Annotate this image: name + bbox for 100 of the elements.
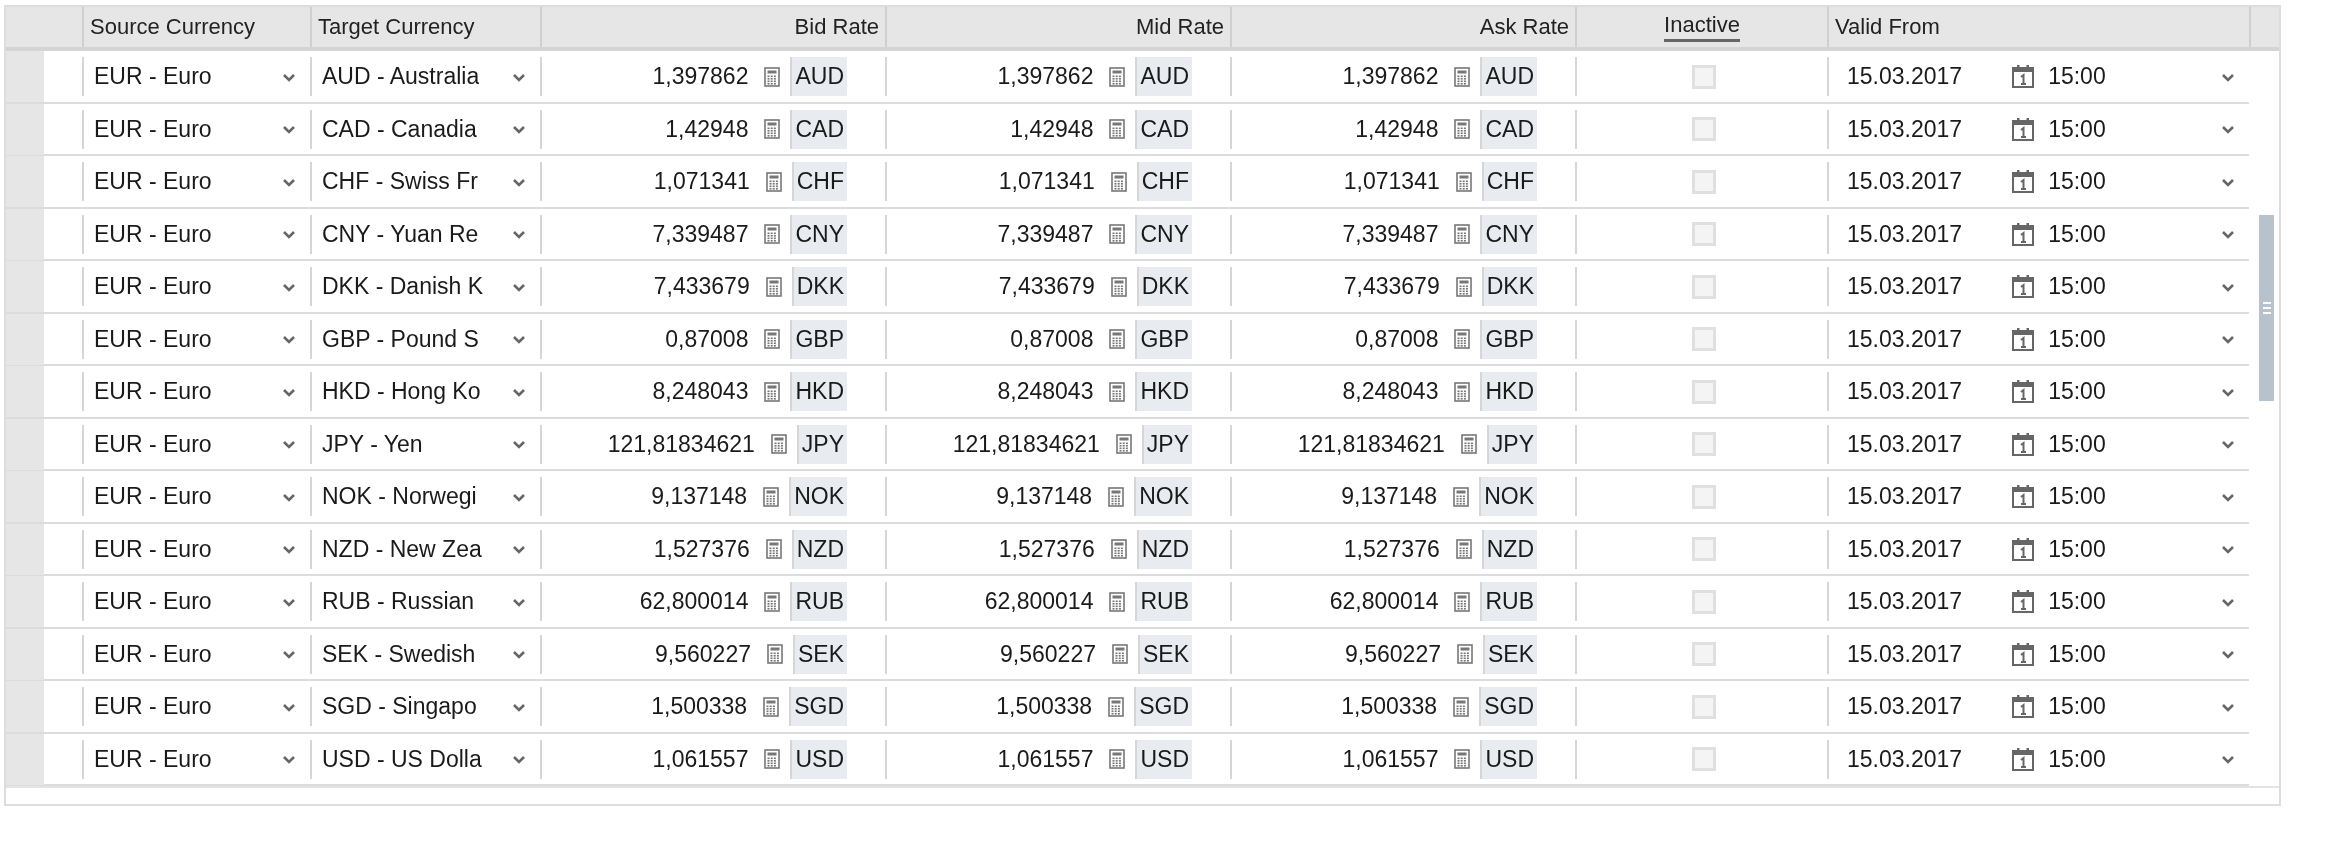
date-field[interactable]: 15.03.2017 [1847, 378, 1963, 405]
calculator-icon[interactable] [1108, 486, 1125, 507]
calendar-icon[interactable] [2012, 275, 2035, 298]
chevron-down-icon[interactable] [282, 228, 296, 240]
time-dropdown[interactable]: 15:00 [2048, 220, 2243, 248]
date-field[interactable]: 15.03.2017 [1847, 588, 1963, 615]
date-field[interactable]: 15.03.2017 [1847, 115, 1963, 143]
rate-field[interactable]: 1,500338 [651, 693, 748, 720]
time-dropdown[interactable]: 15:00 [2048, 325, 2243, 353]
rate-field[interactable]: 121,81834621 [952, 430, 1100, 458]
rate-field[interactable]: 121,81834621 [607, 430, 755, 458]
checkbox[interactable] [1692, 117, 1716, 141]
date-field[interactable]: 15.03.2017 [1847, 693, 1963, 720]
column-header[interactable]: Source Currency [90, 14, 256, 40]
time-dropdown[interactable]: 15:00 [2048, 745, 2243, 773]
calculator-icon[interactable] [1455, 276, 1472, 297]
chevron-down-icon[interactable] [512, 438, 526, 450]
rate-field[interactable]: 9,137148 [996, 483, 1093, 510]
rate-field[interactable]: 1,061557 [997, 745, 1094, 773]
chevron-down-icon[interactable] [512, 123, 526, 135]
rate-field[interactable]: 62,800014 [639, 588, 749, 615]
date-field[interactable]: 15.03.2017 [1847, 483, 1963, 510]
date-field[interactable]: 15.03.2017 [1847, 535, 1963, 563]
chevron-down-icon[interactable] [2221, 753, 2235, 765]
rate-field[interactable]: 8,248043 [1342, 378, 1439, 405]
rate-field[interactable]: 9,137148 [651, 483, 748, 510]
chevron-down-icon[interactable] [2221, 648, 2235, 660]
calculator-icon[interactable] [1455, 171, 1472, 192]
dropdown-field[interactable]: EUR - Euro [94, 693, 304, 720]
dropdown-field[interactable]: CAD - Canadia [322, 115, 534, 143]
date-field[interactable]: 15.03.2017 [1847, 640, 1963, 668]
rate-field[interactable]: 7,339487 [1342, 220, 1439, 248]
calculator-icon[interactable] [1109, 224, 1126, 244]
calculator-icon[interactable] [764, 66, 781, 87]
calculator-icon[interactable] [1454, 224, 1471, 244]
checkbox[interactable] [1692, 589, 1716, 614]
calculator-icon[interactable] [1111, 644, 1128, 664]
rate-field[interactable]: 1,071341 [1343, 168, 1440, 195]
rate-field[interactable]: 0,87008 [1010, 325, 1094, 353]
calculator-icon[interactable] [1109, 381, 1126, 402]
calculator-icon[interactable] [764, 591, 781, 612]
dropdown-field[interactable]: EUR - Euro [94, 640, 304, 668]
calculator-icon[interactable] [1108, 696, 1125, 717]
dropdown-field[interactable]: EUR - Euro [94, 430, 304, 458]
scrollbar-thumb[interactable] [2259, 215, 2274, 401]
dropdown-field[interactable]: EUR - Euro [94, 378, 304, 405]
rate-field[interactable]: 1,500338 [996, 693, 1093, 720]
dropdown-field[interactable]: USD - US Dolla [322, 745, 534, 773]
rate-field[interactable]: 1,527376 [1343, 535, 1440, 563]
calculator-icon[interactable] [1109, 591, 1126, 612]
chevron-down-icon[interactable] [2221, 333, 2235, 345]
calculator-icon[interactable] [766, 644, 783, 664]
rate-field[interactable]: 1,071341 [653, 168, 750, 195]
checkbox[interactable] [1692, 64, 1716, 89]
dropdown-field[interactable]: EUR - Euro [94, 63, 304, 90]
time-dropdown[interactable]: 15:00 [2048, 588, 2243, 615]
calculator-icon[interactable] [1454, 591, 1471, 612]
rate-field[interactable]: 1,397862 [652, 63, 749, 90]
date-field[interactable]: 15.03.2017 [1847, 168, 1963, 195]
dropdown-field[interactable]: CNY - Yuan Re [322, 220, 534, 248]
calculator-icon[interactable] [764, 329, 781, 349]
calculator-icon[interactable] [763, 486, 780, 507]
time-dropdown[interactable]: 15:00 [2048, 535, 2243, 563]
dropdown-field[interactable]: DKK - Danish K [322, 273, 534, 300]
rate-field[interactable]: 0,87008 [665, 325, 749, 353]
chevron-down-icon[interactable] [282, 123, 296, 135]
chevron-down-icon[interactable] [282, 543, 296, 555]
rate-field[interactable]: 7,339487 [997, 220, 1094, 248]
calculator-icon[interactable] [765, 276, 782, 297]
calculator-icon[interactable] [1454, 119, 1471, 139]
rate-field[interactable]: 1,500338 [1341, 693, 1438, 720]
calculator-icon[interactable] [1110, 539, 1127, 559]
calculator-icon[interactable] [1110, 171, 1127, 192]
chevron-down-icon[interactable] [512, 228, 526, 240]
calculator-icon[interactable] [765, 171, 782, 192]
dropdown-field[interactable]: RUB - Russian [322, 588, 534, 615]
calendar-icon[interactable] [2012, 642, 2035, 666]
calculator-icon[interactable] [764, 381, 781, 402]
rate-field[interactable]: 1,42948 [1355, 115, 1439, 143]
calculator-icon[interactable] [1109, 119, 1126, 139]
calculator-icon[interactable] [1453, 696, 1470, 717]
calculator-icon[interactable] [1454, 749, 1471, 769]
rate-field[interactable]: 1,527376 [653, 535, 750, 563]
calculator-icon[interactable] [764, 119, 781, 139]
calculator-icon[interactable] [1109, 66, 1126, 87]
checkbox[interactable] [1692, 694, 1716, 719]
calculator-icon[interactable] [1455, 539, 1472, 559]
calendar-icon[interactable] [2012, 747, 2035, 771]
dropdown-field[interactable]: CHF - Swiss Fr [322, 168, 534, 195]
time-dropdown[interactable]: 15:00 [2048, 168, 2243, 195]
chevron-down-icon[interactable] [512, 753, 526, 765]
rate-field[interactable]: 7,433679 [653, 273, 750, 300]
checkbox[interactable] [1692, 642, 1716, 666]
calculator-icon[interactable] [763, 696, 780, 717]
calculator-icon[interactable] [770, 434, 787, 454]
rate-field[interactable]: 7,339487 [652, 220, 749, 248]
column-header[interactable]: Inactive [1664, 12, 1740, 42]
dropdown-field[interactable]: HKD - Hong Ko [322, 378, 534, 405]
checkbox[interactable] [1692, 537, 1716, 561]
rate-field[interactable]: 7,433679 [998, 273, 1095, 300]
